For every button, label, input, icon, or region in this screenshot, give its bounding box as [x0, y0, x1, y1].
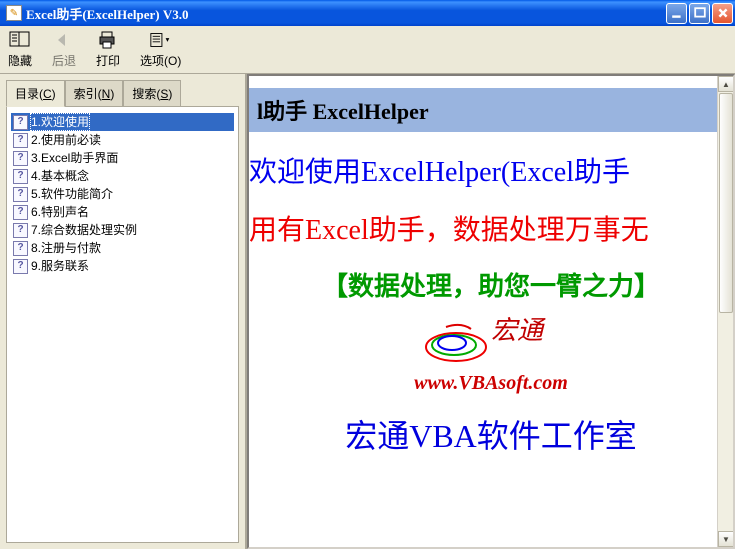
- options-button[interactable]: 选项(O): [140, 30, 181, 69]
- sidebar: 目录(C) 索引(N) 搜索(S) ?1.欢迎使用?2.使用前必读?3.Exce…: [0, 74, 247, 549]
- tab-index[interactable]: 索引(N): [65, 80, 124, 107]
- page-icon: ?: [13, 133, 28, 148]
- scroll-down-button[interactable]: ▼: [718, 531, 734, 547]
- doc-title: l助手 ExcelHelper: [249, 88, 733, 132]
- page-icon: ?: [13, 205, 28, 220]
- tree-item-label: 4.基本概念: [31, 168, 89, 184]
- tree-item-label: 7.综合数据处理实例: [31, 222, 137, 238]
- print-icon: [96, 30, 120, 50]
- options-icon: [149, 30, 173, 50]
- tree-item-label: 2.使用前必读: [31, 132, 101, 148]
- svg-text:宏通: 宏通: [491, 317, 546, 345]
- hide-button[interactable]: 隐藏: [8, 30, 32, 69]
- hide-icon: [8, 30, 32, 50]
- page-icon: ?: [13, 169, 28, 184]
- tree-item[interactable]: ?9.服务联系: [11, 257, 234, 275]
- page-icon: ?: [13, 187, 28, 202]
- print-button[interactable]: 打印: [96, 30, 120, 69]
- tab-search[interactable]: 搜索(S): [123, 80, 181, 107]
- back-button: 后退: [52, 30, 76, 69]
- page-icon: ?: [13, 241, 28, 256]
- sidebar-tabs: 目录(C) 索引(N) 搜索(S): [0, 74, 245, 107]
- tree-item-label: 1.欢迎使用: [31, 114, 89, 130]
- tree-item[interactable]: ?8.注册与付款: [11, 239, 234, 257]
- scroll-thumb[interactable]: [719, 93, 733, 313]
- doc-url: www.VBAsoft.com: [249, 372, 733, 395]
- logo-image: 宏通: [249, 307, 733, 372]
- vertical-scrollbar[interactable]: ▲ ▼: [717, 76, 733, 547]
- tree-item-label: 3.Excel助手界面: [31, 150, 118, 166]
- tree-item-label: 9.服务联系: [31, 258, 89, 274]
- tree-item[interactable]: ?2.使用前必读: [11, 131, 234, 149]
- doc-studio: 宏通VBA软件工作室: [249, 395, 733, 473]
- tree-item[interactable]: ?6.特别声名: [11, 203, 234, 221]
- tree-item[interactable]: ?5.软件功能简介: [11, 185, 234, 203]
- tab-contents[interactable]: 目录(C): [6, 80, 65, 107]
- close-button[interactable]: [712, 3, 733, 24]
- scroll-up-button[interactable]: ▲: [718, 76, 734, 92]
- window-titlebar: ✎ Excel助手(ExcelHelper) V3.0: [0, 0, 735, 26]
- toolbar: 隐藏 后退 打印 选项(O): [0, 26, 735, 74]
- page-icon: ?: [13, 115, 28, 130]
- tree-item-label: 8.注册与付款: [31, 240, 101, 256]
- tree-item-label: 6.特别声名: [31, 204, 89, 220]
- tree-item[interactable]: ?7.综合数据处理实例: [11, 221, 234, 239]
- doc-tagline: 【数据处理，助您一臂之力】: [249, 252, 733, 307]
- window-title: Excel助手(ExcelHelper) V3.0: [26, 4, 666, 23]
- minimize-button[interactable]: [666, 3, 687, 24]
- tree-item[interactable]: ?3.Excel助手界面: [11, 149, 234, 167]
- maximize-button[interactable]: [689, 3, 710, 24]
- page-icon: ?: [13, 259, 28, 274]
- page-icon: ?: [13, 223, 28, 238]
- content-pane: l助手 ExcelHelper 欢迎使用ExcelHelper(Excel助手 …: [247, 74, 735, 549]
- page-icon: ?: [13, 151, 28, 166]
- contents-tree[interactable]: ?1.欢迎使用?2.使用前必读?3.Excel助手界面?4.基本概念?5.软件功…: [6, 106, 239, 543]
- tree-item[interactable]: ?1.欢迎使用: [11, 113, 234, 131]
- doc-welcome: 欢迎使用ExcelHelper(Excel助手: [249, 146, 733, 194]
- doc-slogan: 用有Excel助手，数据处理万事无: [249, 194, 733, 252]
- back-icon: [52, 30, 76, 50]
- tree-item-label: 5.软件功能简介: [31, 186, 113, 202]
- app-icon: ✎: [6, 5, 22, 21]
- tree-item[interactable]: ?4.基本概念: [11, 167, 234, 185]
